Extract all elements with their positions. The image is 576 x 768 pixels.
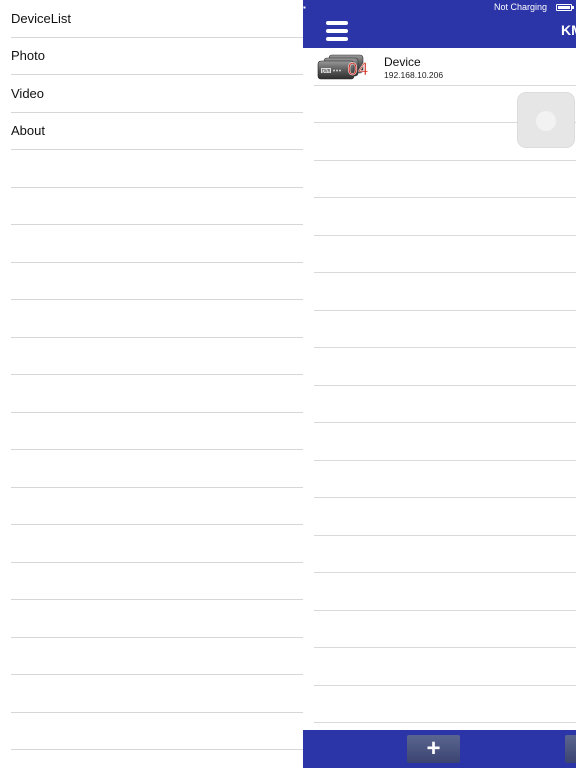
device-ip: 192.168.10.206: [384, 70, 444, 80]
navigation-bar: ▪ Not Charging KM: [303, 0, 576, 48]
menu-item-about[interactable]: About: [11, 113, 303, 150]
menu-item-label: Photo: [11, 48, 45, 64]
main-panel: ▪ Not Charging KM: [303, 0, 576, 768]
menu-empty-row: [11, 488, 303, 525]
signal-icon: ▪: [303, 3, 306, 12]
menu-empty-row: [11, 300, 303, 338]
device-row[interactable]: DVR 04 Device 192.168.10.206: [303, 48, 576, 86]
charging-status: Not Charging: [493, 2, 547, 12]
menu-empty-row: [11, 675, 303, 713]
page-title: KM: [561, 22, 576, 38]
device-empty-row: [314, 648, 576, 686]
device-empty-row: [314, 573, 576, 611]
menu-empty-row: [11, 375, 303, 413]
menu-empty-row: [11, 750, 303, 768]
menu-empty-row: [11, 450, 303, 488]
battery-icon: [556, 4, 574, 11]
device-empty-row: [314, 498, 576, 536]
assistive-touch-button[interactable]: [517, 92, 575, 148]
menu-empty-row: [11, 600, 303, 638]
bottom-toolbar: +: [303, 730, 576, 768]
device-name: Device: [384, 55, 421, 69]
device-empty-row: [314, 461, 576, 498]
menu-item-label: About: [11, 123, 45, 139]
device-empty-row: [314, 536, 576, 573]
menu-empty-row: [11, 525, 303, 563]
menu-item-label: Video: [11, 85, 45, 101]
device-empty-row: [314, 198, 576, 236]
device-empty-row: [314, 423, 576, 461]
menu-empty-row: [11, 150, 303, 188]
menu-empty-row: [11, 263, 303, 300]
menu-empty-row: [11, 225, 303, 263]
menu-empty-row: [11, 338, 303, 375]
menu-item-label: DeviceList: [11, 10, 71, 26]
channel-count: 04: [347, 60, 369, 80]
device-empty-row: [314, 686, 576, 723]
menu-empty-row: [11, 188, 303, 225]
menu-item-devicelist[interactable]: DeviceList: [11, 0, 303, 38]
device-empty-row: [314, 273, 576, 311]
device-empty-row: [314, 348, 576, 386]
add-device-button[interactable]: +: [407, 735, 460, 763]
dvr-icon-label: DVR: [322, 68, 331, 73]
menu-item-video[interactable]: Video: [11, 75, 303, 113]
device-empty-row: [314, 161, 576, 198]
toolbar-button[interactable]: [565, 735, 576, 763]
menu-toggle-icon[interactable]: [326, 21, 348, 41]
menu-empty-row: [11, 563, 303, 600]
side-menu-list: DeviceList Photo Video About: [0, 0, 303, 768]
menu-item-photo[interactable]: Photo: [11, 38, 303, 75]
device-empty-row: [314, 386, 576, 423]
device-empty-row: [314, 611, 576, 648]
menu-empty-row: [11, 713, 303, 750]
device-empty-row: [314, 311, 576, 348]
side-menu: DeviceList Photo Video About: [0, 0, 303, 768]
menu-empty-row: [11, 638, 303, 675]
dvr-icon: DVR 04: [317, 54, 369, 80]
device-empty-row: [314, 236, 576, 273]
menu-empty-row: [11, 413, 303, 450]
device-list: DVR 04 Device 192.168.10.206: [303, 48, 576, 761]
